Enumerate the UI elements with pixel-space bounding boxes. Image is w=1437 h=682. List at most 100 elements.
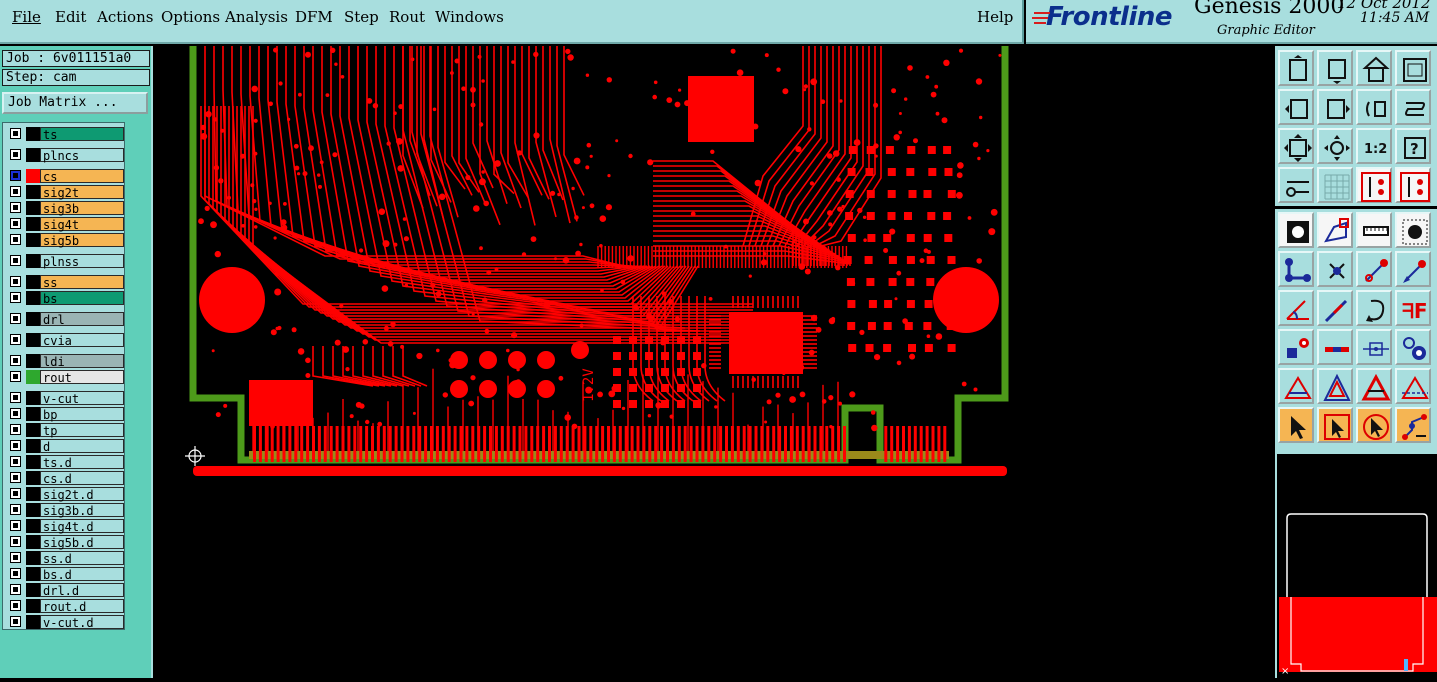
layer-checkbox[interactable] [10,408,21,419]
layer-checkbox[interactable] [10,218,21,229]
layer-name[interactable]: bs.d [40,567,124,582]
layer-checkbox[interactable] [10,255,21,266]
overview-window[interactable]: × [1275,454,1437,678]
layer-name[interactable]: sig4t.d [40,519,124,534]
menu-edit[interactable]: Edit [55,8,86,26]
layer-row-bp[interactable]: bp [6,407,124,422]
layer-name[interactable]: sig2t.d [40,487,124,502]
layer-checkbox[interactable] [10,170,21,181]
move-down-button[interactable] [1317,50,1353,86]
bar-button[interactable] [1317,329,1353,365]
layer-row-ldi[interactable]: ldi [6,354,124,369]
layer-row-ss.d[interactable]: ss.d [6,551,124,566]
layer-row-sig5b.d[interactable]: sig5b.d [6,535,124,550]
layer-checkbox[interactable] [10,600,21,611]
layer-checkbox[interactable] [10,456,21,467]
layer-row-plncs[interactable]: plncs [6,148,124,163]
layer-row-rout[interactable]: rout [6,370,124,385]
cross-button[interactable] [1317,251,1353,287]
layer-checkbox[interactable] [10,520,21,531]
layer-name[interactable]: ts [40,127,124,142]
connect-button[interactable] [1278,251,1314,287]
select-shape-button[interactable] [1317,212,1353,248]
layer-row-v-cut[interactable]: v-cut [6,391,124,406]
layer-name[interactable]: ts.d [40,455,124,470]
layer-name[interactable]: sig3b [40,201,124,216]
layer-row-sig4t.d[interactable]: sig4t.d [6,519,124,534]
angle-button[interactable] [1278,290,1314,326]
graphic-canvas[interactable]: 1.2V [153,46,1275,678]
layer-name[interactable]: bp [40,407,124,422]
pad-button[interactable] [1395,212,1431,248]
layer-name[interactable]: ldi [40,354,124,369]
layer-name[interactable]: d [40,439,124,454]
layer-name[interactable]: v-cut.d [40,615,124,630]
layer-name[interactable]: sig2t [40,185,124,200]
layer-feature-alt-button[interactable] [1395,167,1431,203]
layer-name[interactable]: rout.d [40,599,124,614]
route-button[interactable] [1395,407,1431,443]
triangle-cross-button[interactable] [1395,368,1431,404]
layer-name[interactable]: sig4t [40,217,124,232]
layer-checkbox[interactable] [10,584,21,595]
layer-row-bs[interactable]: bs [6,291,124,306]
layer-name[interactable]: ss [40,275,124,290]
menu-windows[interactable]: Windows [435,8,504,26]
layer-checkbox[interactable] [10,234,21,245]
pointer-box-button[interactable] [1317,407,1353,443]
layer-checkbox[interactable] [10,313,21,324]
layer-name[interactable]: v-cut [40,391,124,406]
pointer-circle-button[interactable] [1356,407,1392,443]
mirror-button[interactable]: ᖷF [1395,290,1431,326]
layer-checkbox[interactable] [10,536,21,547]
layer-checkbox[interactable] [10,186,21,197]
layer-checkbox[interactable] [10,334,21,345]
layer-checkbox[interactable] [10,292,21,303]
layer-row-sig2t[interactable]: sig2t [6,185,124,200]
move-up-button[interactable] [1278,50,1314,86]
layer-row-ts[interactable]: ts [6,127,124,142]
layer-row-bs.d[interactable]: bs.d [6,567,124,582]
line-button[interactable] [1317,290,1353,326]
layer-name[interactable]: cs.d [40,471,124,486]
undo-button[interactable] [1356,89,1392,125]
layer-checkbox[interactable] [10,276,21,287]
tools-button[interactable] [1278,167,1314,203]
layer-name[interactable]: sig5b.d [40,535,124,550]
redo-button[interactable] [1395,89,1431,125]
layer-checkbox[interactable] [10,128,21,139]
menu-file[interactable]: File [12,8,41,26]
menu-analysis[interactable]: Analysis [225,8,288,26]
layer-row-cs[interactable]: cs [6,169,124,184]
layer-name[interactable]: ss.d [40,551,124,566]
layer-checkbox[interactable] [10,488,21,499]
layer-name[interactable]: sig5b [40,233,124,248]
layer-row-cvia[interactable]: cvia [6,333,124,348]
triangle-frame-button[interactable] [1356,368,1392,404]
layer-row-sig5b[interactable]: sig5b [6,233,124,248]
menu-step[interactable]: Step [344,8,379,26]
layer-name[interactable]: sig3b.d [40,503,124,518]
layer-checkbox[interactable] [10,392,21,403]
layer-row-cs.d[interactable]: cs.d [6,471,124,486]
move-left-button[interactable] [1278,89,1314,125]
layer-row-ts.d[interactable]: ts.d [6,455,124,470]
layer-feature-button[interactable] [1356,167,1392,203]
layer-name[interactable]: cs [40,169,124,184]
layer-row-sig3b[interactable]: sig3b [6,201,124,216]
menu-dfm[interactable]: DFM [295,8,333,26]
layer-row-plnss[interactable]: plnss [6,254,124,269]
zoom-ratio-button[interactable]: 1:2 [1356,128,1392,164]
layer-checkbox[interactable] [10,149,21,160]
layer-name[interactable]: rout [40,370,124,385]
move-right-button[interactable] [1317,89,1353,125]
fit-button[interactable] [1278,128,1314,164]
multi-circle-button[interactable] [1395,329,1431,365]
layer-name[interactable]: plncs [40,148,124,163]
pcb-view[interactable]: 1.2V [153,46,1275,678]
layer-checkbox[interactable] [10,424,21,435]
fill-button[interactable] [1278,212,1314,248]
triangle-pad-button[interactable] [1317,368,1353,404]
layer-checkbox[interactable] [10,552,21,563]
center-button[interactable] [1317,128,1353,164]
